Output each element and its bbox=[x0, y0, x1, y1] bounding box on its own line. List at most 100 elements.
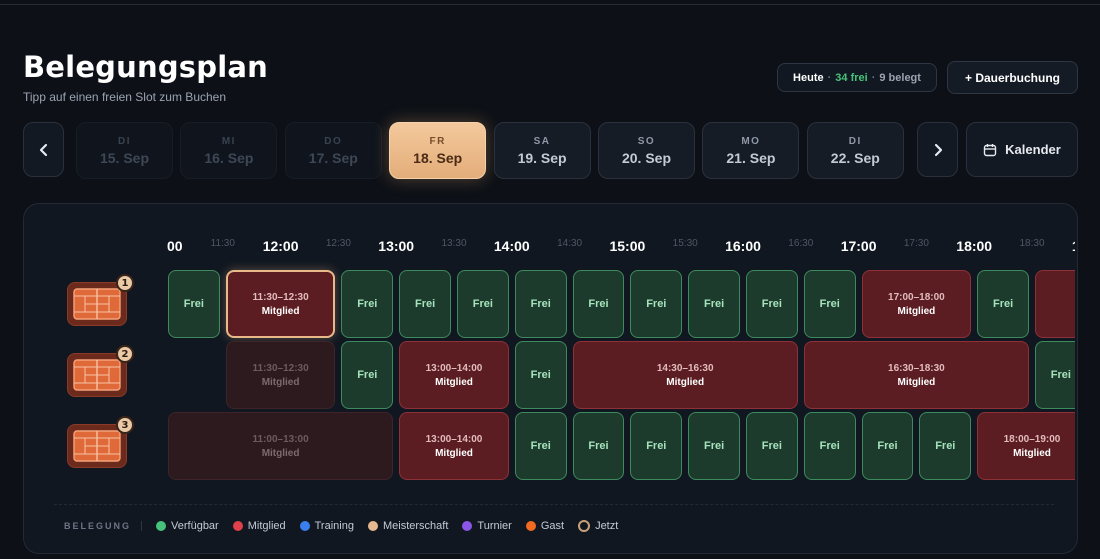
free-slot[interactable]: Frei bbox=[919, 412, 972, 480]
slot-label: Frei bbox=[761, 298, 782, 310]
court-icon: 3 bbox=[67, 416, 134, 468]
day-weekday: DI bbox=[848, 135, 862, 147]
free-slot[interactable]: Frei bbox=[572, 412, 625, 480]
legend-dot-icon bbox=[462, 521, 473, 531]
booked-slot[interactable]: 17:00–18:00 Mitglied bbox=[861, 270, 972, 338]
free-slot[interactable]: Frei bbox=[341, 270, 394, 338]
day-date: 16. Sep bbox=[204, 149, 254, 166]
legend-label: Mitglied bbox=[247, 520, 286, 532]
free-slot[interactable]: Frei bbox=[168, 270, 220, 338]
slot-label: Frei bbox=[646, 298, 667, 310]
free-slot[interactable]: Frei bbox=[630, 412, 683, 480]
free-slot[interactable]: Frei bbox=[572, 270, 625, 338]
booked-slot[interactable]: 11:00–13:00 Mitglied bbox=[168, 412, 394, 480]
slot-label: Frei bbox=[357, 298, 378, 310]
slot-label: Frei bbox=[530, 298, 551, 310]
free-slot[interactable]: Frei bbox=[399, 270, 451, 338]
slot-label: Frei bbox=[588, 298, 609, 310]
booked-slot[interactable]: 16:30–18:30 Mitglied bbox=[803, 341, 1029, 409]
free-slot[interactable]: Frei bbox=[457, 270, 509, 338]
slot-label: Frei bbox=[877, 440, 898, 452]
time-tick: 13:30 bbox=[441, 238, 467, 249]
day-tab[interactable]: SA 19. Sep bbox=[493, 122, 591, 179]
free-slot[interactable]: Frei bbox=[630, 270, 683, 338]
slot-time: 13:00–14:00 bbox=[425, 362, 483, 374]
recurring-booking-button[interactable]: + Dauerbuchung bbox=[947, 61, 1078, 94]
free-slot[interactable]: Frei bbox=[514, 270, 567, 338]
booked-slot[interactable]: 14:30–16:30 Mitglied bbox=[572, 341, 798, 409]
day-weekday: MO bbox=[741, 135, 761, 147]
free-slot[interactable]: Frei bbox=[514, 412, 567, 480]
booked-slot[interactable]: 13:00–14:00 Mitglied bbox=[399, 412, 509, 480]
time-tick: 18:30 bbox=[1019, 238, 1045, 249]
prev-week-button[interactable] bbox=[23, 122, 64, 177]
slot-time: 13:00–14:00 bbox=[425, 433, 483, 445]
day-tab[interactable]: DI 15. Sep bbox=[76, 122, 173, 179]
booked-slot[interactable]: 11:30–12:30 Mitglied bbox=[225, 341, 336, 409]
time-tick: 16:00 bbox=[725, 238, 761, 254]
day-tab[interactable]: MI 16. Sep bbox=[180, 122, 278, 179]
slot-label: Mitglied bbox=[261, 305, 300, 317]
booked-slot[interactable]: 13:00–14:00 Mitglied bbox=[399, 341, 509, 409]
legend-label: Jetzt bbox=[595, 520, 619, 532]
day-weekday: SO bbox=[637, 135, 656, 147]
free-slot[interactable]: Frei bbox=[803, 412, 856, 480]
day-tab[interactable]: DI 22. Sep bbox=[806, 122, 904, 179]
legend-title: BELEGUNG bbox=[64, 521, 143, 531]
legend: BELEGUNG Verfügbar Mitglied Training Meiste… bbox=[64, 520, 618, 532]
top-divider bbox=[0, 4, 1100, 5]
day-tab[interactable]: DO 17. Sep bbox=[284, 122, 382, 179]
slot-label: Frei bbox=[819, 440, 840, 452]
court-icon: 2 bbox=[67, 345, 134, 397]
booked-slot[interactable] bbox=[1035, 270, 1075, 338]
free-slot[interactable]: Frei bbox=[803, 270, 856, 338]
calendar-button[interactable]: Kalender bbox=[966, 122, 1078, 177]
slot-label: Mitglied bbox=[261, 376, 300, 388]
legend-item: Gast bbox=[525, 520, 564, 532]
slot-label: Frei bbox=[992, 298, 1014, 310]
tennis-court-icon bbox=[73, 430, 121, 462]
day-tab[interactable]: FR 18. Sep bbox=[389, 122, 487, 179]
day-date: 18. Sep bbox=[413, 149, 463, 166]
free-slot[interactable]: Frei bbox=[341, 341, 394, 409]
free-slot[interactable]: Frei bbox=[688, 412, 740, 480]
legend-item: Jetzt bbox=[578, 520, 618, 532]
slot-label: Mitglied bbox=[666, 376, 705, 388]
court-number-badge: 3 bbox=[116, 416, 134, 434]
slot-time: 18:00–19:00 bbox=[1003, 433, 1061, 445]
slot-label: Mitglied bbox=[897, 305, 936, 317]
day-tab[interactable]: MO 21. Sep bbox=[702, 122, 800, 179]
time-tick: 12:00 bbox=[262, 238, 299, 254]
day-date: 17. Sep bbox=[308, 149, 358, 166]
free-slot[interactable]: Frei bbox=[861, 412, 914, 480]
time-tick: 15:00 bbox=[609, 238, 646, 254]
free-slot[interactable]: Frei bbox=[746, 412, 798, 480]
day-weekday: DO bbox=[324, 135, 343, 147]
booked-slot[interactable]: 18:00–19:00 Mitglied bbox=[977, 412, 1075, 480]
slot-label: Frei bbox=[472, 298, 493, 310]
legend-item: Verfügbar bbox=[156, 520, 219, 532]
free-slot[interactable]: Frei bbox=[688, 270, 740, 338]
free-slot[interactable]: Frei bbox=[514, 341, 567, 409]
legend-dot-icon bbox=[299, 521, 310, 531]
day-date: 21. Sep bbox=[726, 149, 776, 166]
free-slot[interactable]: Frei bbox=[1035, 341, 1075, 409]
tennis-court-icon bbox=[73, 359, 121, 391]
slot-time: 11:30–12:30 bbox=[252, 362, 309, 374]
booked-slot[interactable]: 11:30–12:30 Mitglied bbox=[225, 270, 336, 338]
court-icon: 1 bbox=[67, 274, 134, 326]
day-tab[interactable]: SO 20. Sep bbox=[598, 122, 695, 179]
next-week-button[interactable] bbox=[917, 122, 958, 177]
timeline-grid[interactable]: 11:00 11:30 12:00 12:30 13:00 13:30 14:00 14:30… bbox=[167, 224, 1075, 494]
today-summary-pill[interactable]: Heute · 34 frei · 9 belegt bbox=[777, 63, 937, 92]
time-tick: 11:30 bbox=[210, 238, 235, 249]
slot-label: Mitglied bbox=[261, 447, 300, 459]
free-slot[interactable]: Frei bbox=[977, 270, 1029, 338]
day-weekday: DI bbox=[118, 135, 131, 147]
slot-label: Frei bbox=[183, 298, 204, 310]
free-slot[interactable]: Frei bbox=[746, 270, 798, 338]
slot-label: Mitglied bbox=[435, 447, 473, 459]
day-date: 19. Sep bbox=[517, 149, 567, 166]
legend-label: Verfügbar bbox=[171, 520, 219, 532]
time-tick: 12:30 bbox=[325, 238, 351, 249]
